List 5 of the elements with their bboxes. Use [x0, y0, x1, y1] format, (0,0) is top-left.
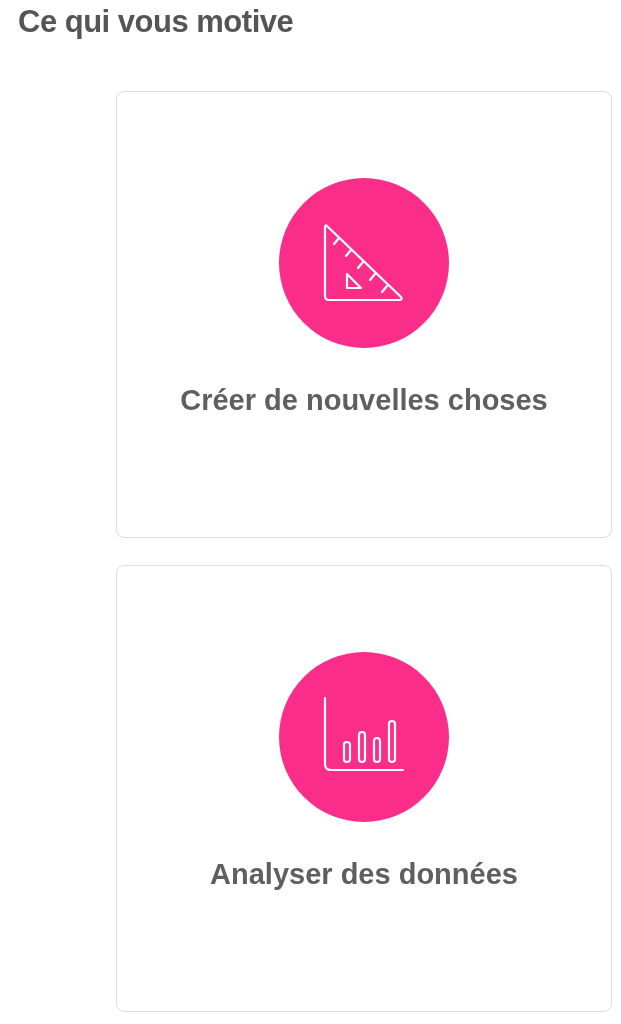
option-card[interactable]: Créer de nouvelles choses: [116, 91, 612, 538]
page-title: Ce qui vous motive: [18, 3, 295, 41]
option-label: Créer de nouvelles choses: [180, 384, 548, 417]
option-label: Analyser des données: [210, 858, 518, 891]
option-card[interactable]: Analyser des données: [116, 565, 612, 1012]
